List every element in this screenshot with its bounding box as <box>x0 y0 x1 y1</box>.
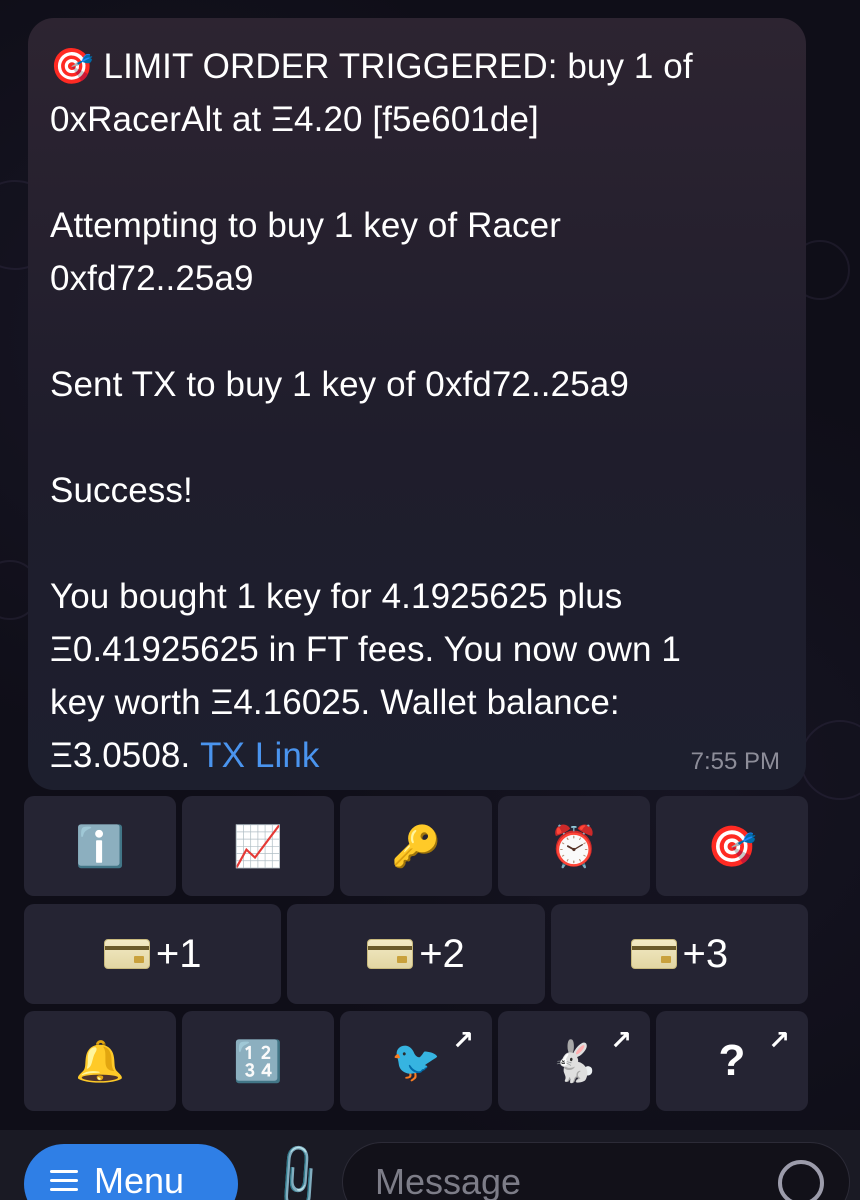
alarm-clock-icon: ⏰ <box>549 824 599 869</box>
bot-message-bubble: 🎯 LIMIT ORDER TRIGGERED: buy 1 of 0xRace… <box>28 18 806 790</box>
credit-card-icon <box>367 939 414 969</box>
buy-3-button[interactable]: +3 <box>550 904 808 1004</box>
message-line: Attempting to buy 1 key of Racer <box>50 206 561 245</box>
message-line: Ξ3.0508. TX Link <box>50 736 320 775</box>
message-line: Success! <box>50 471 193 510</box>
hamburger-icon <box>50 1170 78 1197</box>
rabbit-icon: 🐇 <box>549 1039 599 1084</box>
key-button[interactable]: 🔑 <box>340 796 492 896</box>
inline-keyboard-row-2: +1 +2 +3 <box>24 904 808 1004</box>
external-link-icon: ↗ <box>610 1025 632 1055</box>
rabbit-link-button[interactable]: 🐇 ↗ <box>498 1011 650 1111</box>
credit-card-icon <box>630 939 677 969</box>
inline-keyboard-row-1: ℹ️ 📈 🔑 ⏰ 🎯 <box>24 796 808 896</box>
message-line: 🎯 LIMIT ORDER TRIGGERED: buy 1 of <box>50 47 693 86</box>
help-link-button[interactable]: ? ↗ <box>656 1011 808 1111</box>
key-icon: 🔑 <box>391 824 441 869</box>
menu-button[interactable]: Menu <box>24 1144 238 1200</box>
buy-1-button[interactable]: +1 <box>24 904 282 1004</box>
alarm-button[interactable]: ⏰ <box>498 796 650 896</box>
bird-icon: 🐦 <box>391 1039 441 1084</box>
message-line: key worth Ξ4.16025. Wallet balance: <box>50 683 620 722</box>
message-line: Ξ0.41925625 in FT fees. You now own 1 <box>50 630 681 669</box>
numbers-button[interactable]: 🔢 <box>182 1011 334 1111</box>
bell-icon: 🔔 <box>75 1039 125 1084</box>
chart-increasing-icon: 📈 <box>233 824 283 869</box>
message-line: 0xfd72..25a9 <box>50 259 254 298</box>
inline-keyboard-row-3: 🔔 🔢 🐦 ↗ 🐇 ↗ ? ↗ <box>24 1011 808 1111</box>
info-button[interactable]: ℹ️ <box>24 796 176 896</box>
limit-order-button[interactable]: 🎯 <box>656 796 808 896</box>
message-line: Sent TX to buy 1 key of 0xfd72..25a9 <box>50 365 629 404</box>
tx-link[interactable]: TX Link <box>200 736 319 775</box>
sticker-icon[interactable] <box>778 1160 824 1200</box>
chart-button[interactable]: 📈 <box>182 796 334 896</box>
question-icon: ? <box>718 1036 746 1085</box>
background-doodle <box>800 720 860 800</box>
credit-card-icon <box>103 939 150 969</box>
bird-link-button[interactable]: 🐦 ↗ <box>340 1011 492 1111</box>
external-link-icon: ↗ <box>452 1025 474 1055</box>
message-line: 0xRacerAlt at Ξ4.20 [f5e601de] <box>50 100 539 139</box>
message-line: You bought 1 key for 4.1925625 plus <box>50 577 623 616</box>
target-icon: 🎯 <box>707 824 757 869</box>
external-link-icon: ↗ <box>768 1025 790 1055</box>
buy-2-button[interactable]: +2 <box>287 904 545 1004</box>
notifications-button[interactable]: 🔔 <box>24 1011 176 1111</box>
input-numbers-icon: 🔢 <box>233 1039 283 1084</box>
info-icon: ℹ️ <box>75 824 125 869</box>
message-input[interactable]: Message <box>342 1142 850 1200</box>
message-timestamp: 7:55 PM <box>690 748 780 775</box>
target-icon: 🎯 <box>50 47 94 86</box>
